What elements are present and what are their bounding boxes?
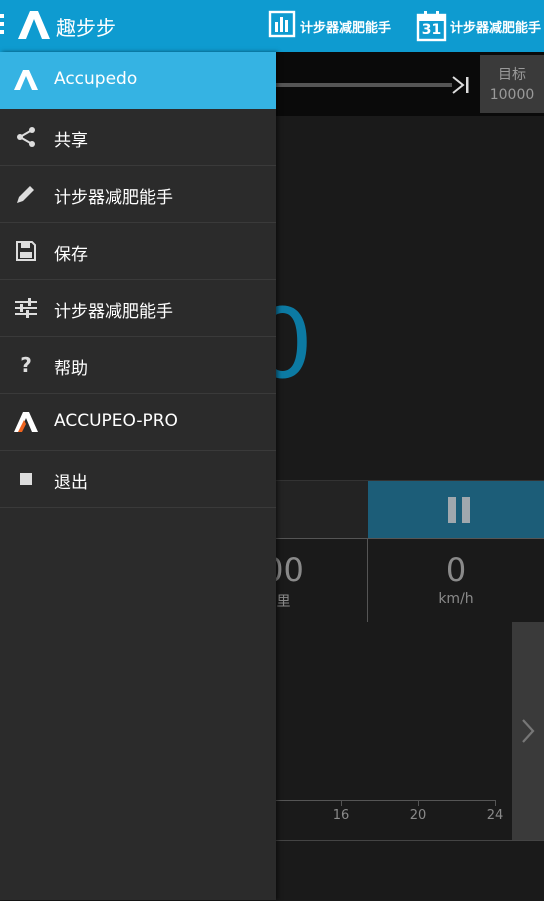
chart-tick	[418, 801, 419, 806]
action-bar: 趣步步 计步器减肥能手 31 计步器减肥能手	[0, 0, 544, 52]
drawer-item-label: 共享	[54, 131, 88, 151]
save-icon	[12, 237, 40, 265]
accupedo-logo-icon	[12, 66, 40, 94]
toolbar-calendar-button[interactable]: 31 计步器减肥能手	[416, 8, 541, 44]
bar-chart-icon	[268, 9, 298, 43]
goal-label: 目标	[498, 67, 526, 83]
goal-box[interactable]: 目标 10000	[480, 55, 544, 113]
speed-unit: km/h	[438, 591, 474, 607]
toolbar-stats-label: 计步器减肥能手	[300, 20, 392, 36]
skip-end-icon	[450, 74, 472, 96]
app-logo-icon[interactable]	[16, 10, 50, 40]
drawer-item-label: 退出	[54, 473, 88, 493]
drawer-item-exit[interactable]: 退出	[0, 451, 276, 508]
drawer-item-label: 计步器减肥能手	[54, 188, 173, 208]
pause-icon-bar	[462, 497, 470, 523]
drawer-item-label: 帮助	[54, 359, 88, 379]
sliders-icon	[12, 294, 40, 322]
toolbar-stats-button[interactable]: 计步器减肥能手	[268, 8, 391, 44]
speed-stat: 0 km/h	[368, 539, 544, 623]
drawer-item-label: ACCUPEO-PRO	[54, 411, 178, 431]
toolbar-calendar-label: 计步器减肥能手	[450, 20, 542, 36]
chart-tick-label: 24	[486, 808, 504, 823]
help-icon: ?	[20, 353, 32, 377]
drawer-item-edit[interactable]: 计步器减肥能手	[0, 166, 276, 223]
chart-tick-label: 16	[332, 808, 350, 823]
chart-tick	[495, 801, 496, 806]
calendar-icon: 31	[416, 10, 448, 42]
chart-tick-label: 20	[409, 808, 427, 823]
drawer-item-label: Accupedo	[54, 69, 138, 89]
drawer-item-help[interactable]: ? 帮助	[0, 337, 276, 394]
app-title: 趣步步	[56, 16, 116, 40]
navigation-drawer: Accupedo 共享 计步器减肥能手 保存 计步器减肥能手 ? 帮助 ACCU…	[0, 52, 276, 900]
drawer-item-save[interactable]: 保存	[0, 223, 276, 280]
drawer-item-label: 计步器减肥能手	[54, 302, 173, 322]
calendar-day: 31	[421, 22, 442, 38]
speed-value: 0	[445, 551, 467, 589]
accupedo-pro-logo-icon	[12, 408, 40, 436]
drawer-toggle-icon[interactable]	[0, 14, 6, 38]
drawer-item-settings[interactable]: 计步器减肥能手	[0, 280, 276, 337]
drawer-item-accupedo[interactable]: Accupedo	[0, 52, 276, 109]
chevron-right-icon	[522, 719, 535, 743]
goal-progress-bar	[276, 83, 452, 87]
pencil-icon	[12, 180, 40, 208]
chart-next-button[interactable]	[512, 622, 544, 840]
exit-icon	[12, 465, 40, 493]
drawer-item-label: 保存	[54, 245, 88, 265]
chart-tick	[341, 801, 342, 806]
drawer-item-share[interactable]: 共享	[0, 109, 276, 166]
pause-icon	[448, 497, 456, 523]
share-icon	[12, 123, 40, 151]
pause-button[interactable]	[368, 481, 544, 539]
goal-value: 10000	[489, 87, 535, 103]
drawer-item-accupedo-pro[interactable]: ACCUPEO-PRO	[0, 394, 276, 451]
